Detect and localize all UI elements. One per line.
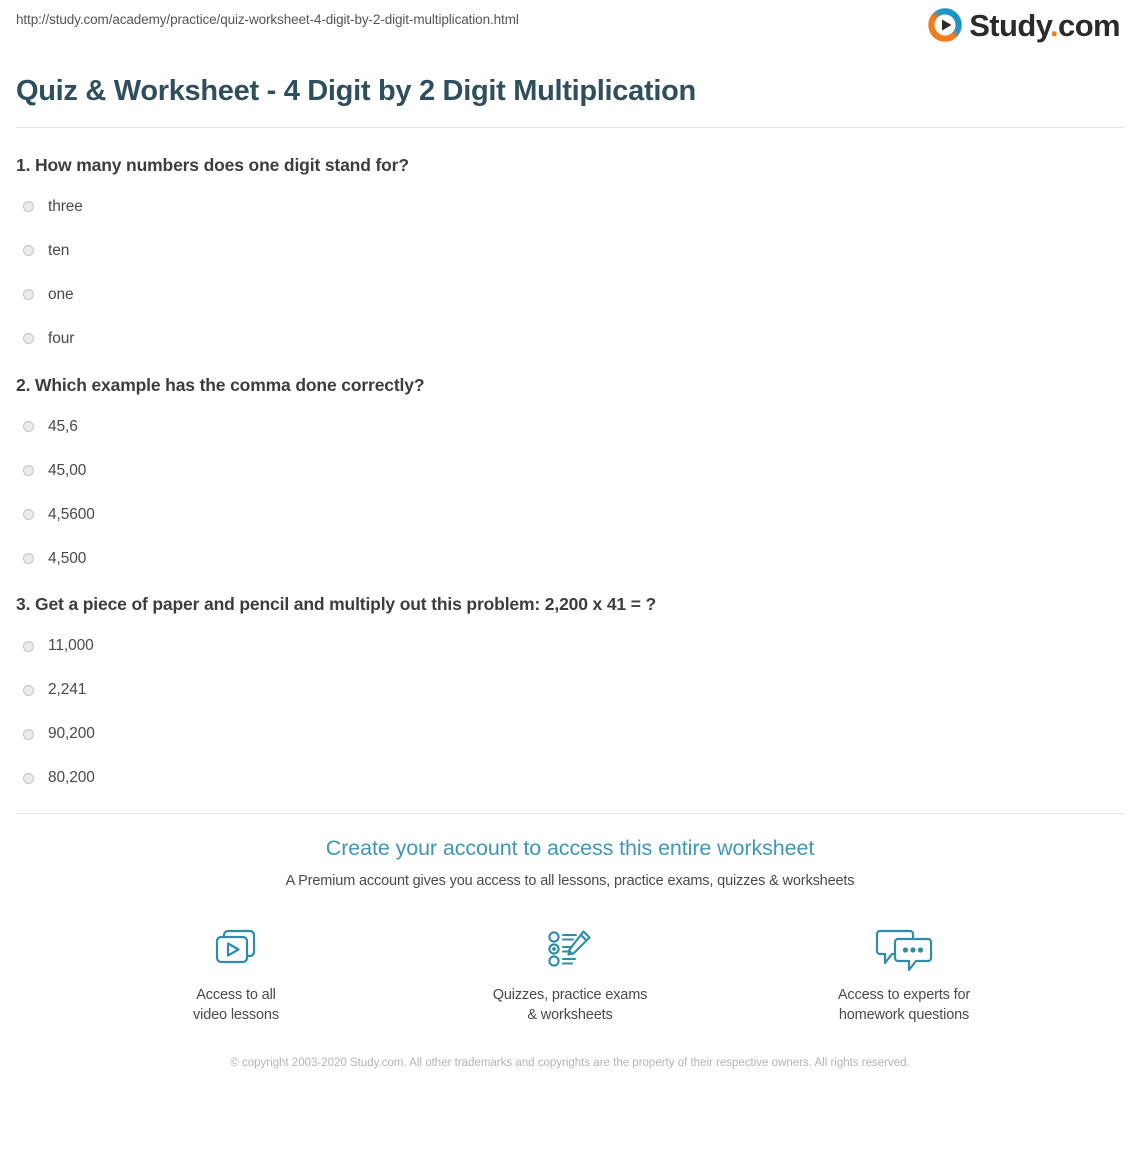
feature-label-line2: & worksheets xyxy=(527,1006,613,1023)
question-block: 2. Which example has the comma done corr… xyxy=(16,374,1124,573)
radio-button-icon[interactable] xyxy=(23,289,34,301)
feature-quizzes-worksheets: Quizzes, practice exams & worksheets xyxy=(480,923,660,1025)
answer-option-label: four xyxy=(48,329,75,347)
radio-button-icon[interactable] xyxy=(23,552,34,564)
create-account-cta: Create your account to access this entir… xyxy=(0,814,1140,1072)
feature-label: Access to experts for homework questions xyxy=(814,985,994,1025)
radio-button-icon[interactable] xyxy=(23,640,34,652)
answer-option[interactable]: four xyxy=(16,325,1124,353)
feature-expert-help: Access to experts for homework questions xyxy=(814,923,994,1025)
answer-option[interactable]: 4,5600 xyxy=(16,500,1124,528)
radio-button-icon[interactable] xyxy=(23,333,34,345)
chat-bubbles-icon xyxy=(814,923,994,975)
feature-label-line1: Quizzes, practice exams xyxy=(492,986,648,1003)
radio-button-icon[interactable] xyxy=(23,464,34,476)
answer-option-label: 4,500 xyxy=(48,549,87,567)
feature-video-lessons: Access to all video lessons xyxy=(146,923,326,1025)
question-text: 3. Get a piece of paper and pencil and m… xyxy=(16,594,657,615)
question-text: 2. Which example has the comma done corr… xyxy=(16,374,425,395)
radio-button-icon[interactable] xyxy=(23,684,34,696)
radio-button-icon[interactable] xyxy=(23,201,34,213)
cta-headline[interactable]: Create your account to access this entir… xyxy=(0,836,1140,862)
feature-label-line2: homework questions xyxy=(838,1006,970,1023)
answer-option[interactable]: 90,200 xyxy=(16,720,1124,748)
answer-option-label: 2,241 xyxy=(48,681,87,699)
video-lessons-icon xyxy=(146,923,326,975)
feature-label: Access to all video lessons xyxy=(146,985,326,1025)
answer-option-label: three xyxy=(48,197,83,215)
feature-label-line1: Access to experts for xyxy=(837,986,971,1003)
logo-name: Study xyxy=(969,7,1051,43)
feature-label-line1: Access to all xyxy=(196,986,276,1003)
features-row: Access to all video lessons Quizzes, pra… xyxy=(0,923,1140,1025)
answer-option[interactable]: 11,000 xyxy=(16,632,1124,660)
feature-label: Quizzes, practice exams & worksheets xyxy=(480,985,660,1025)
question-block: 1. How many numbers does one digit stand… xyxy=(16,154,1124,353)
logo-tld: com xyxy=(1058,7,1121,43)
copyright-notice: © copyright 2003-2020 Study.com. All oth… xyxy=(230,1056,910,1069)
answer-option-label: 45,00 xyxy=(48,461,87,479)
radio-button-icon[interactable] xyxy=(23,508,34,520)
answer-option-label: 90,200 xyxy=(48,725,95,743)
page-url: http://study.com/academy/practice/quiz-w… xyxy=(16,12,519,27)
answer-option[interactable]: one xyxy=(16,281,1124,309)
radio-button-icon[interactable] xyxy=(23,728,34,740)
answer-option-label: 4,5600 xyxy=(48,505,95,523)
logo-wordmark: Study.com xyxy=(969,10,1120,41)
answer-option-label: ten xyxy=(48,241,70,259)
cta-subtext: A Premium account gives you access to al… xyxy=(285,872,855,889)
question-text: 1. How many numbers does one digit stand… xyxy=(16,154,409,175)
page-header: http://study.com/academy/practice/quiz-w… xyxy=(0,0,1140,58)
answer-option-label: one xyxy=(48,285,74,303)
answer-option[interactable]: ten xyxy=(16,237,1124,265)
answer-option[interactable]: 80,200 xyxy=(16,764,1124,792)
radio-button-icon[interactable] xyxy=(23,245,34,257)
questions-list: 1. How many numbers does one digit stand… xyxy=(16,128,1124,792)
radio-button-icon[interactable] xyxy=(23,420,34,432)
answer-option-label: 45,6 xyxy=(48,417,78,435)
answer-option[interactable]: 45,00 xyxy=(16,456,1124,484)
answer-option[interactable]: 45,6 xyxy=(16,412,1124,440)
page-title: Quiz & Worksheet - 4 Digit by 2 Digit Mu… xyxy=(16,75,696,107)
study-com-logo[interactable]: Study.com xyxy=(928,8,1121,42)
answer-option[interactable]: three xyxy=(16,193,1124,221)
worksheet-page: http://study.com/academy/practice/quiz-w… xyxy=(0,0,1140,1169)
question-block: 3. Get a piece of paper and pencil and m… xyxy=(16,593,1124,792)
answer-option[interactable]: 2,241 xyxy=(16,676,1124,704)
play-circle-icon xyxy=(928,8,962,42)
quiz-checklist-pencil-icon xyxy=(480,923,660,975)
answer-option[interactable]: 4,500 xyxy=(16,544,1124,572)
logo-dot: . xyxy=(1050,7,1059,43)
answer-option-label: 80,200 xyxy=(48,769,95,787)
feature-label-line2: video lessons xyxy=(193,1006,279,1023)
answer-option-label: 11,000 xyxy=(48,637,94,655)
radio-button-icon[interactable] xyxy=(23,772,34,784)
